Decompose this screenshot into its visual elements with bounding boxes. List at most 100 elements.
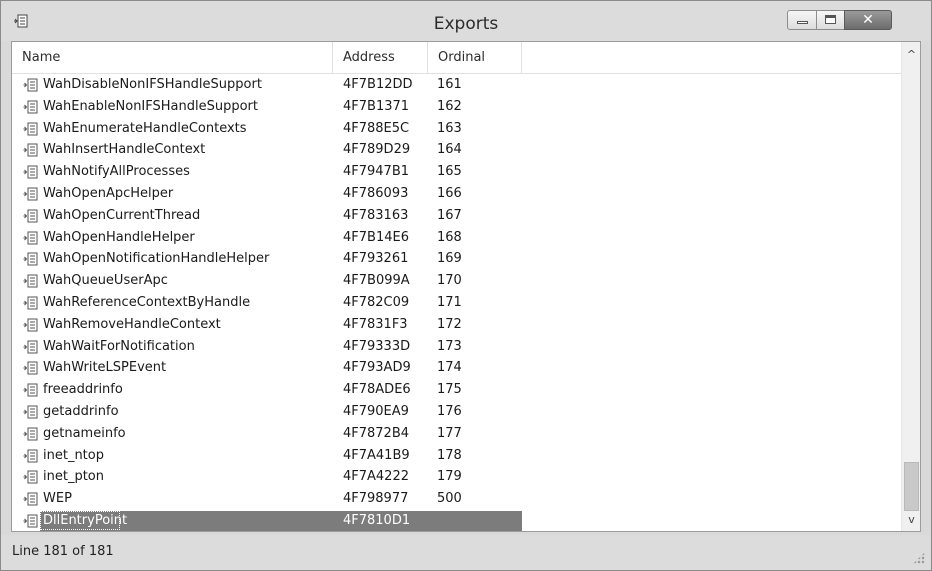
export-ordinal: 163 <box>437 120 462 136</box>
export-ordinal: 169 <box>437 251 462 267</box>
export-name: getaddrinfo <box>43 404 119 419</box>
exports-window: Exports ✕ Name Address Ordinal WahDisabl… <box>0 0 932 571</box>
export-ordinal: 171 <box>437 295 462 310</box>
table-row[interactable]: WahDisableNonIFSHandleSupport 4F7B12DD 161 <box>12 75 902 95</box>
close-icon: ✕ <box>862 12 874 28</box>
export-name: DllEntryPoint <box>43 513 128 528</box>
export-function-icon <box>23 252 38 266</box>
export-name: freeaddrinfo <box>43 382 123 398</box>
table-row[interactable]: WahWriteLSPEvent 4F793AD9 174 <box>12 358 902 378</box>
export-name: inet_ntop <box>43 447 104 463</box>
column-header: Name Address Ordinal <box>12 42 902 74</box>
export-ordinal: 164 <box>437 142 462 158</box>
export-address: 4F7A4222 <box>343 469 409 485</box>
export-name: WahEnableNonIFSHandleSupport <box>43 98 258 114</box>
export-name: WahOpenHandleHelper <box>43 229 195 245</box>
table-row[interactable]: WahOpenHandleHelper 4F7B14E6 168 <box>12 228 902 248</box>
table-row[interactable]: WahOpenApcHelper 4F786093 166 <box>12 184 902 204</box>
export-ordinal: 161 <box>437 77 462 92</box>
column-header-ordinal[interactable]: Ordinal <box>428 42 522 73</box>
table-row[interactable]: WahWaitForNotification 4F79333D 173 <box>12 337 902 357</box>
table-row[interactable]: freeaddrinfo 4F78ADE6 175 <box>12 380 902 400</box>
exports-list-view[interactable]: Name Address Ordinal WahDisableNonIFSHan… <box>11 41 921 532</box>
table-row[interactable]: WahEnumerateHandleContexts 4F788E5C 163 <box>12 119 902 139</box>
title-bar[interactable]: Exports ✕ <box>1 1 931 41</box>
scroll-up-icon[interactable]: ^ <box>902 46 920 63</box>
export-function-icon <box>23 405 38 419</box>
table-row[interactable]: getnameinfo 4F7872B4 177 <box>12 424 902 444</box>
scrollbar-thumb[interactable] <box>904 462 919 511</box>
export-address: 4F793261 <box>343 251 409 267</box>
export-address: 4F789D29 <box>343 142 411 158</box>
export-function-icon <box>23 514 38 528</box>
export-address: 4F7B099A <box>343 273 410 289</box>
vertical-scrollbar[interactable]: ^ v <box>901 42 920 531</box>
table-row[interactable]: WahOpenNotificationHandleHelper 4F793261 1… <box>12 249 902 269</box>
table-row[interactable]: WahNotifyAllProcesses 4F7947B1 165 <box>12 162 902 182</box>
export-address: 4F788E5C <box>343 120 410 136</box>
export-function-icon <box>23 427 38 441</box>
export-function-icon <box>23 143 38 157</box>
table-row[interactable]: WEP 4F798977 500 <box>12 489 902 509</box>
table-row[interactable]: inet_ntop 4F7A41B9 178 <box>12 446 902 466</box>
export-address: 4F7B12DD <box>343 77 413 92</box>
export-ordinal: 165 <box>437 164 462 180</box>
export-ordinal: 170 <box>437 273 462 289</box>
resize-grip-icon[interactable] <box>913 552 925 564</box>
export-address: 4F7810D1 <box>343 513 411 528</box>
export-address: 4F7872B4 <box>343 425 410 441</box>
export-function-icon <box>23 165 38 179</box>
export-address: 4F7947B1 <box>343 164 410 180</box>
table-row[interactable]: inet_pton 4F7A4222 179 <box>12 467 902 487</box>
export-function-icon <box>23 209 38 223</box>
table-row[interactable]: getaddrinfo 4F790EA9 176 <box>12 402 902 422</box>
export-address: 4F786093 <box>343 186 409 201</box>
column-header-name[interactable]: Name <box>12 42 333 73</box>
export-name: WahWaitForNotification <box>43 338 195 354</box>
export-name: WahQueueUserApc <box>43 273 168 289</box>
close-button[interactable]: ✕ <box>844 10 892 30</box>
export-function-icon <box>23 340 38 354</box>
scroll-down-icon[interactable]: v <box>902 511 920 528</box>
export-ordinal: 162 <box>437 98 462 114</box>
table-row[interactable]: WahInsertHandleContext 4F789D29 164 <box>12 140 902 160</box>
table-row[interactable]: WahOpenCurrentThread 4F783163 167 <box>12 206 902 226</box>
table-row[interactable]: WahRemoveHandleContext 4F7831F3 172 <box>12 315 902 335</box>
export-address: 4F783163 <box>343 207 409 223</box>
export-ordinal: 177 <box>437 425 462 441</box>
export-ordinal: 174 <box>437 360 462 376</box>
export-address: 4F793AD9 <box>343 360 411 376</box>
export-function-icon <box>23 449 38 463</box>
table-row[interactable]: WahEnableNonIFSHandleSupport 4F7B1371 162 <box>12 97 902 117</box>
export-function-icon <box>23 78 38 92</box>
export-name: WahEnumerateHandleContexts <box>43 120 247 136</box>
export-function-icon <box>23 122 38 136</box>
table-row[interactable]: WahQueueUserApc 4F7B099A 170 <box>12 271 902 291</box>
export-name: WahDisableNonIFSHandleSupport <box>43 77 262 92</box>
export-name: getnameinfo <box>43 425 126 441</box>
table-row[interactable]: WahReferenceContextByHandle 4F782C09 171 <box>12 293 902 313</box>
column-header-address[interactable]: Address <box>333 42 428 73</box>
export-address: 4F7B14E6 <box>343 229 409 245</box>
export-name: WahOpenNotificationHandleHelper <box>43 251 270 267</box>
table-row[interactable]: DllEntryPoint 4F7810D1 <box>12 511 902 531</box>
export-address: 4F798977 <box>343 491 409 507</box>
export-function-icon <box>23 383 38 397</box>
export-ordinal: 173 <box>437 338 462 354</box>
export-name: WahOpenCurrentThread <box>43 207 201 223</box>
export-function-icon <box>23 361 38 375</box>
minimize-button[interactable] <box>787 10 817 30</box>
maximize-button[interactable] <box>816 10 845 30</box>
status-bar: Line 181 of 181 <box>1 535 931 570</box>
export-ordinal: 166 <box>437 186 462 201</box>
export-ordinal: 176 <box>437 404 462 419</box>
export-name: WahOpenApcHelper <box>43 186 174 201</box>
export-name: WahRemoveHandleContext <box>43 316 221 332</box>
export-ordinal: 178 <box>437 447 462 463</box>
export-ordinal: 167 <box>437 207 462 223</box>
status-text: Line 181 of 181 <box>12 544 114 559</box>
export-function-icon <box>23 274 38 288</box>
export-address: 4F7A41B9 <box>343 447 410 463</box>
export-function-icon <box>23 231 38 245</box>
export-address: 4F78ADE6 <box>343 382 411 398</box>
